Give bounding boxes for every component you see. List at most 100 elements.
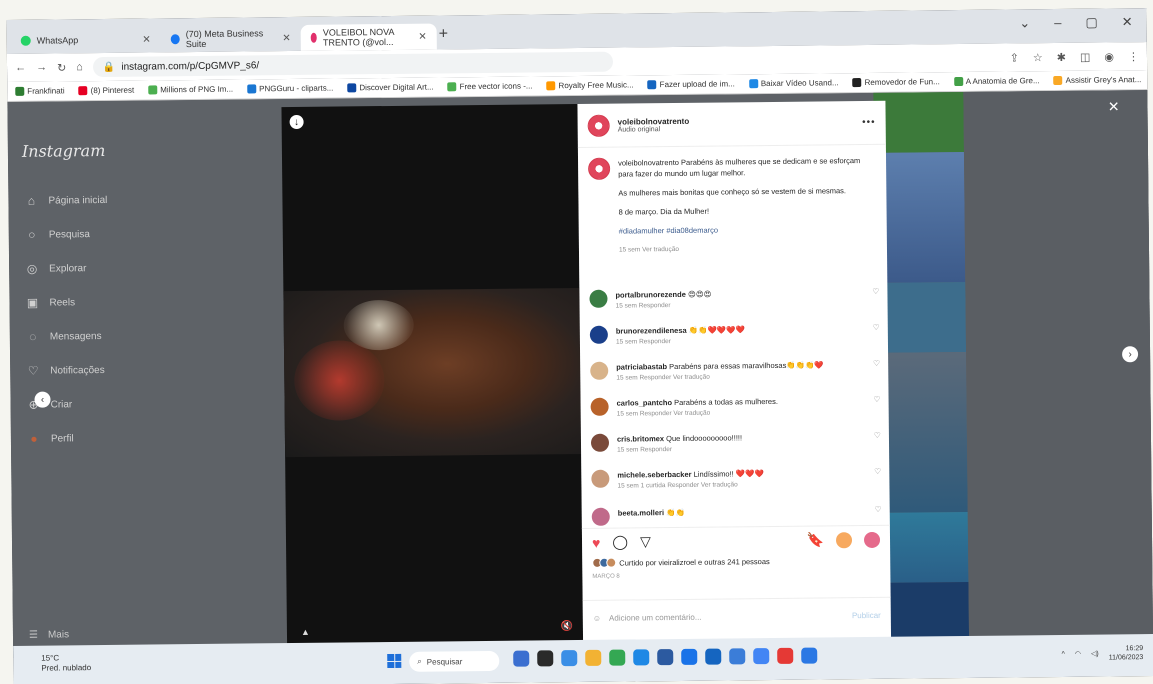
bookmark-item[interactable]: Assistir Grey's Anat... xyxy=(1053,75,1141,86)
sidebar-item-reels[interactable]: ▣ Reels xyxy=(25,295,75,310)
back-icon[interactable]: ← xyxy=(15,62,26,74)
sidebar-item-explore[interactable]: ◎ Explorar xyxy=(25,261,87,276)
sidebar-item-more[interactable]: ☰ Mais xyxy=(29,629,69,640)
comment-username[interactable]: beeta.molleri xyxy=(618,508,664,517)
sidebar-icon[interactable]: ◫ xyxy=(1080,50,1091,63)
taskbar-app-icon[interactable] xyxy=(777,647,794,664)
taskbar-app-icon[interactable] xyxy=(729,648,746,665)
mute-icon[interactable]: 🔇 xyxy=(560,621,573,632)
taskbar-app-icon[interactable] xyxy=(657,649,674,666)
home-icon[interactable]: ⌂ xyxy=(76,61,83,73)
post-username[interactable]: voleibolnovatrento xyxy=(618,116,690,126)
save-icon[interactable]: 🔖 xyxy=(806,531,824,548)
more-options-icon[interactable]: ••• xyxy=(862,117,876,128)
like-comment-icon[interactable]: ♡ xyxy=(873,359,880,381)
next-post-icon[interactable]: › xyxy=(1122,346,1139,363)
profile-icon[interactable]: ◉ xyxy=(1104,50,1114,63)
comment-username[interactable]: cris.britomex xyxy=(617,434,664,443)
taskbar-search[interactable]: ⌕ Pesquisar xyxy=(409,650,500,672)
comment-username[interactable]: michele.seberbacker xyxy=(617,470,691,480)
maximize-button[interactable]: ▢ xyxy=(1085,15,1097,31)
close-tab-icon[interactable]: ✕ xyxy=(282,33,291,44)
heart-icon[interactable]: ♥ xyxy=(592,534,600,550)
sidebar-item-notifications[interactable]: ♡ Notificações xyxy=(26,363,105,378)
avatar[interactable] xyxy=(588,157,611,180)
comment-username[interactable]: portalbrunorezende xyxy=(615,290,686,300)
start-button[interactable] xyxy=(387,653,402,669)
bookmark-item[interactable]: PNGGuru - cliparts... xyxy=(247,84,333,94)
likes-summary[interactable]: Curtido por vieiralizroel e outras 241 p… xyxy=(592,556,770,568)
taskbar-app-icon[interactable] xyxy=(801,647,818,664)
reload-icon[interactable]: ↻ xyxy=(57,61,66,74)
tray-chevron-icon[interactable]: ^ xyxy=(1062,649,1065,658)
bookmark-item[interactable]: Discover Digital Art... xyxy=(347,83,434,93)
chevron-down-icon[interactable]: ⌄ xyxy=(1019,15,1030,31)
taskbar-app-icon[interactable] xyxy=(585,649,602,666)
bookmark-item[interactable]: Free vector icons -... xyxy=(447,81,533,92)
bookmark-item[interactable]: Millions of PNG Im... xyxy=(148,85,233,95)
bookmark-item[interactable]: Royalty Free Music... xyxy=(546,80,634,91)
tagged-user-icon[interactable]: ▲ xyxy=(301,627,310,637)
share-icon[interactable]: ⇪ xyxy=(1010,51,1019,64)
avatar[interactable] xyxy=(590,433,610,452)
close-window-button[interactable]: ✕ xyxy=(1122,14,1133,30)
sidebar-item-search[interactable]: ○ Pesquisa xyxy=(25,227,90,242)
taskbar-app-icon[interactable] xyxy=(561,650,578,667)
avatar[interactable] xyxy=(589,325,608,344)
emoji-icon[interactable]: ☺ xyxy=(593,614,601,623)
comment-input[interactable]: Adicione um comentário... xyxy=(609,613,702,623)
sidebar-item-profile[interactable]: ● Perfil xyxy=(27,431,74,446)
avatar[interactable] xyxy=(591,507,610,526)
publish-button[interactable]: Publicar xyxy=(852,611,881,620)
sidebar-item-home[interactable]: ⌂ Página inicial xyxy=(24,193,108,208)
post-audio[interactable]: Áudio original xyxy=(618,125,690,133)
caption-hashtags[interactable]: #diadamulher #dia08demarço xyxy=(619,223,877,237)
avatar[interactable] xyxy=(587,114,610,137)
comment-username[interactable]: carlos_pantcho xyxy=(617,398,673,408)
bookmark-star-icon[interactable]: ☆ xyxy=(1033,51,1043,64)
like-comment-icon[interactable]: ♡ xyxy=(874,467,881,489)
avatar[interactable] xyxy=(590,397,609,416)
post-video[interactable]: ↓ ▲ 🔇 xyxy=(281,104,584,648)
avatar[interactable] xyxy=(589,289,608,308)
taskbar-app-icon[interactable] xyxy=(537,650,554,667)
clock[interactable]: 16:29 11/06/2023 xyxy=(1109,644,1144,662)
minimize-button[interactable]: – xyxy=(1054,15,1061,31)
tab-instagram[interactable]: VOLEIBOL NOVA TRENTO (@vol... ✕ xyxy=(300,23,437,51)
taskbar-app-icon[interactable] xyxy=(513,650,530,667)
like-comment-icon[interactable]: ♡ xyxy=(874,431,881,453)
bookmark-item[interactable]: Baixar Vídeo Usand... xyxy=(748,78,839,89)
like-comment-icon[interactable]: ♡ xyxy=(874,505,881,523)
close-tab-icon[interactable]: ✕ xyxy=(418,31,427,42)
avatar[interactable] xyxy=(591,469,610,488)
taskbar-app-icon[interactable] xyxy=(633,649,650,666)
taskbar-app-icon[interactable] xyxy=(609,649,626,666)
like-comment-icon[interactable]: ♡ xyxy=(873,395,880,417)
wifi-icon[interactable]: ◠ xyxy=(1075,649,1081,658)
taskbar-app-icon[interactable] xyxy=(753,648,770,665)
close-icon[interactable]: ✕ xyxy=(1108,98,1120,115)
bookmark-item[interactable]: Frankfinati xyxy=(15,86,65,96)
forward-icon[interactable]: → xyxy=(36,62,47,74)
extensions-icon[interactable]: ✱ xyxy=(1057,50,1066,63)
avatar[interactable] xyxy=(590,361,609,380)
reaction-icon[interactable] xyxy=(863,531,881,548)
new-tab-button[interactable]: + xyxy=(439,25,449,43)
previous-post-icon[interactable]: ‹ xyxy=(34,391,51,408)
share-send-icon[interactable]: ▽ xyxy=(640,533,651,550)
url-input[interactable]: 🔒 instagram.com/p/CpGMVP_s6/ xyxy=(92,51,613,78)
like-comment-icon[interactable]: ♡ xyxy=(872,287,879,309)
download-icon[interactable]: ↓ xyxy=(289,114,304,130)
sidebar-item-messages[interactable]: ◌ Mensagens xyxy=(26,329,102,344)
menu-icon[interactable]: ⋮ xyxy=(1128,50,1139,63)
comment-username[interactable]: brunorezendilenesa xyxy=(616,326,687,336)
tab-whatsapp[interactable]: WhatsApp ✕ xyxy=(11,26,161,54)
bookmark-item[interactable]: (8) Pinterest xyxy=(78,86,134,96)
bookmark-item[interactable]: A Anatomia de Gre... xyxy=(953,76,1040,87)
comment-username[interactable]: patriciabastab xyxy=(616,362,667,372)
reaction-icon[interactable] xyxy=(835,531,853,548)
comment-icon[interactable]: ◯ xyxy=(612,534,628,551)
like-comment-icon[interactable]: ♡ xyxy=(873,323,880,345)
taskbar-app-icon[interactable] xyxy=(681,648,698,665)
tab-meta-business[interactable]: (70) Meta Business Suite ✕ xyxy=(161,25,301,52)
